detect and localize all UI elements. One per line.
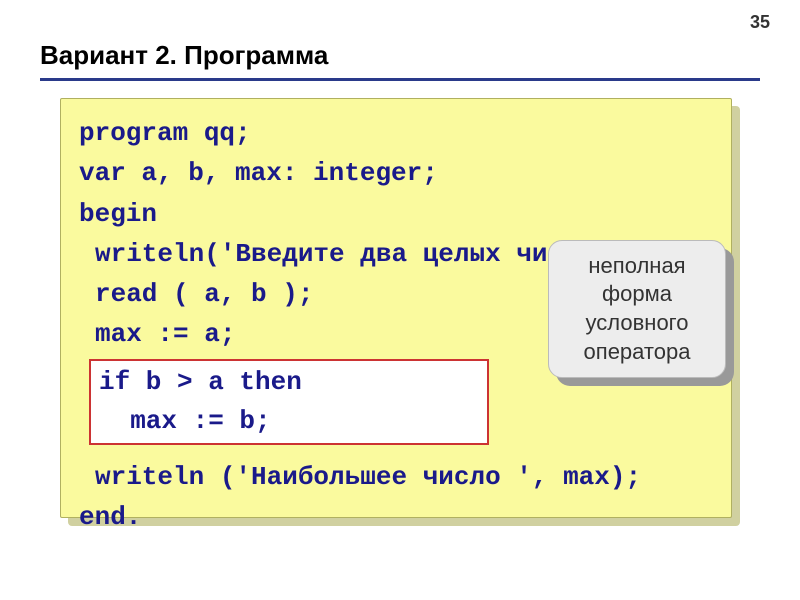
- code-line-9: writeln ('Наибольшее число ', max);: [79, 457, 713, 497]
- code-line-1: program qq;: [79, 113, 713, 153]
- code-line-3: begin: [79, 194, 713, 234]
- code-line-2: var a, b, max: integer;: [79, 153, 713, 193]
- code-line-8: max := b;: [99, 402, 479, 441]
- highlighted-code-box: if b > a then max := b;: [89, 359, 489, 445]
- page-number: 35: [750, 12, 770, 33]
- slide-title: Вариант 2. Программа: [40, 40, 328, 71]
- spacer: [79, 449, 713, 457]
- callout-annotation: неполная форма условного оператора: [548, 240, 726, 378]
- code-line-10: end.: [79, 497, 713, 537]
- title-underline: [40, 78, 760, 81]
- code-line-7: if b > a then: [99, 363, 479, 402]
